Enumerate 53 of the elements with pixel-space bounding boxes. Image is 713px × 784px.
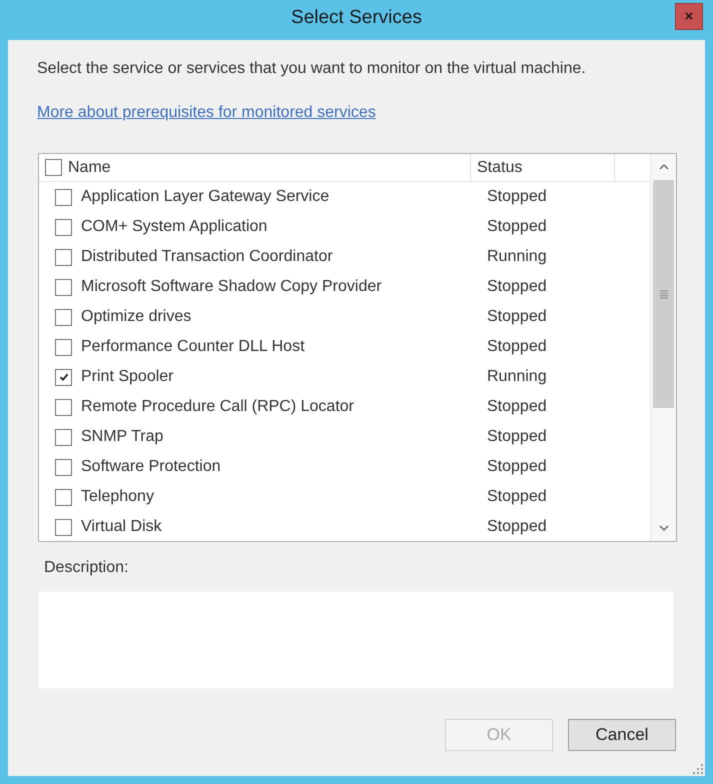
close-icon bbox=[685, 12, 693, 20]
service-status: Stopped bbox=[487, 518, 547, 535]
service-name: SNMP Trap bbox=[81, 427, 164, 447]
checkbox[interactable] bbox=[55, 248, 72, 266]
scroll-thumb[interactable] bbox=[653, 180, 674, 408]
checkbox[interactable] bbox=[55, 458, 72, 476]
service-name: Telephony bbox=[81, 487, 154, 507]
checkbox[interactable] bbox=[55, 428, 72, 446]
chevron-up-icon bbox=[658, 164, 668, 170]
service-status: Stopped bbox=[487, 308, 547, 325]
service-status: Running bbox=[487, 368, 547, 385]
service-name: Virtual Disk bbox=[81, 517, 162, 537]
checkbox[interactable] bbox=[45, 159, 62, 176]
service-status: Stopped bbox=[487, 428, 547, 445]
close-button[interactable] bbox=[675, 2, 703, 30]
prerequisites-link[interactable]: More about prerequisites for monitored services bbox=[37, 103, 376, 123]
service-status: Stopped bbox=[487, 338, 547, 355]
service-status: Stopped bbox=[487, 188, 547, 205]
scroll-bar[interactable] bbox=[650, 154, 676, 541]
service-name: Remote Procedure Call (RPC) Locator bbox=[81, 397, 354, 417]
checkbox[interactable] bbox=[55, 398, 72, 416]
service-status: Running bbox=[487, 248, 547, 265]
checkbox[interactable] bbox=[55, 218, 72, 236]
service-name: COM+ System Application bbox=[81, 217, 268, 237]
checkbox[interactable] bbox=[55, 308, 72, 326]
checkbox[interactable] bbox=[55, 488, 72, 506]
service-name: Microsoft Software Shadow Copy Provider bbox=[81, 277, 382, 297]
checkbox[interactable] bbox=[55, 278, 72, 296]
service-status: Stopped bbox=[487, 218, 547, 235]
service-status: Stopped bbox=[487, 488, 547, 505]
service-status: Stopped bbox=[487, 398, 547, 415]
service-name: Software Protection bbox=[81, 457, 221, 477]
checkbox[interactable] bbox=[55, 338, 72, 356]
service-name: Performance Counter DLL Host bbox=[81, 337, 305, 357]
checkbox[interactable] bbox=[55, 518, 72, 536]
service-name: Optimize drives bbox=[81, 307, 192, 327]
window-title: Select Services bbox=[291, 6, 422, 30]
service-status: Stopped bbox=[487, 458, 547, 475]
chevron-down-icon bbox=[658, 525, 668, 531]
service-name: Distributed Transaction Coordinator bbox=[81, 247, 333, 267]
service-name: Application Layer Gateway Service bbox=[81, 187, 330, 207]
resize-grip-icon[interactable] bbox=[693, 764, 703, 774]
check-icon bbox=[58, 372, 68, 382]
description-label: Description: bbox=[44, 558, 128, 578]
instruction-text: Select the service or services that you want to monitor on the virtual machine. bbox=[37, 59, 587, 79]
service-status: Stopped bbox=[487, 278, 547, 295]
grip-icon bbox=[660, 290, 668, 298]
service-name: Print Spooler bbox=[81, 367, 174, 387]
dialog-button[interactable]: Cancel bbox=[568, 719, 676, 751]
checkbox[interactable] bbox=[55, 188, 72, 206]
column-header[interactable]: Status bbox=[477, 158, 522, 178]
column-header[interactable]: Name bbox=[68, 158, 111, 178]
checkbox[interactable] bbox=[55, 368, 72, 386]
